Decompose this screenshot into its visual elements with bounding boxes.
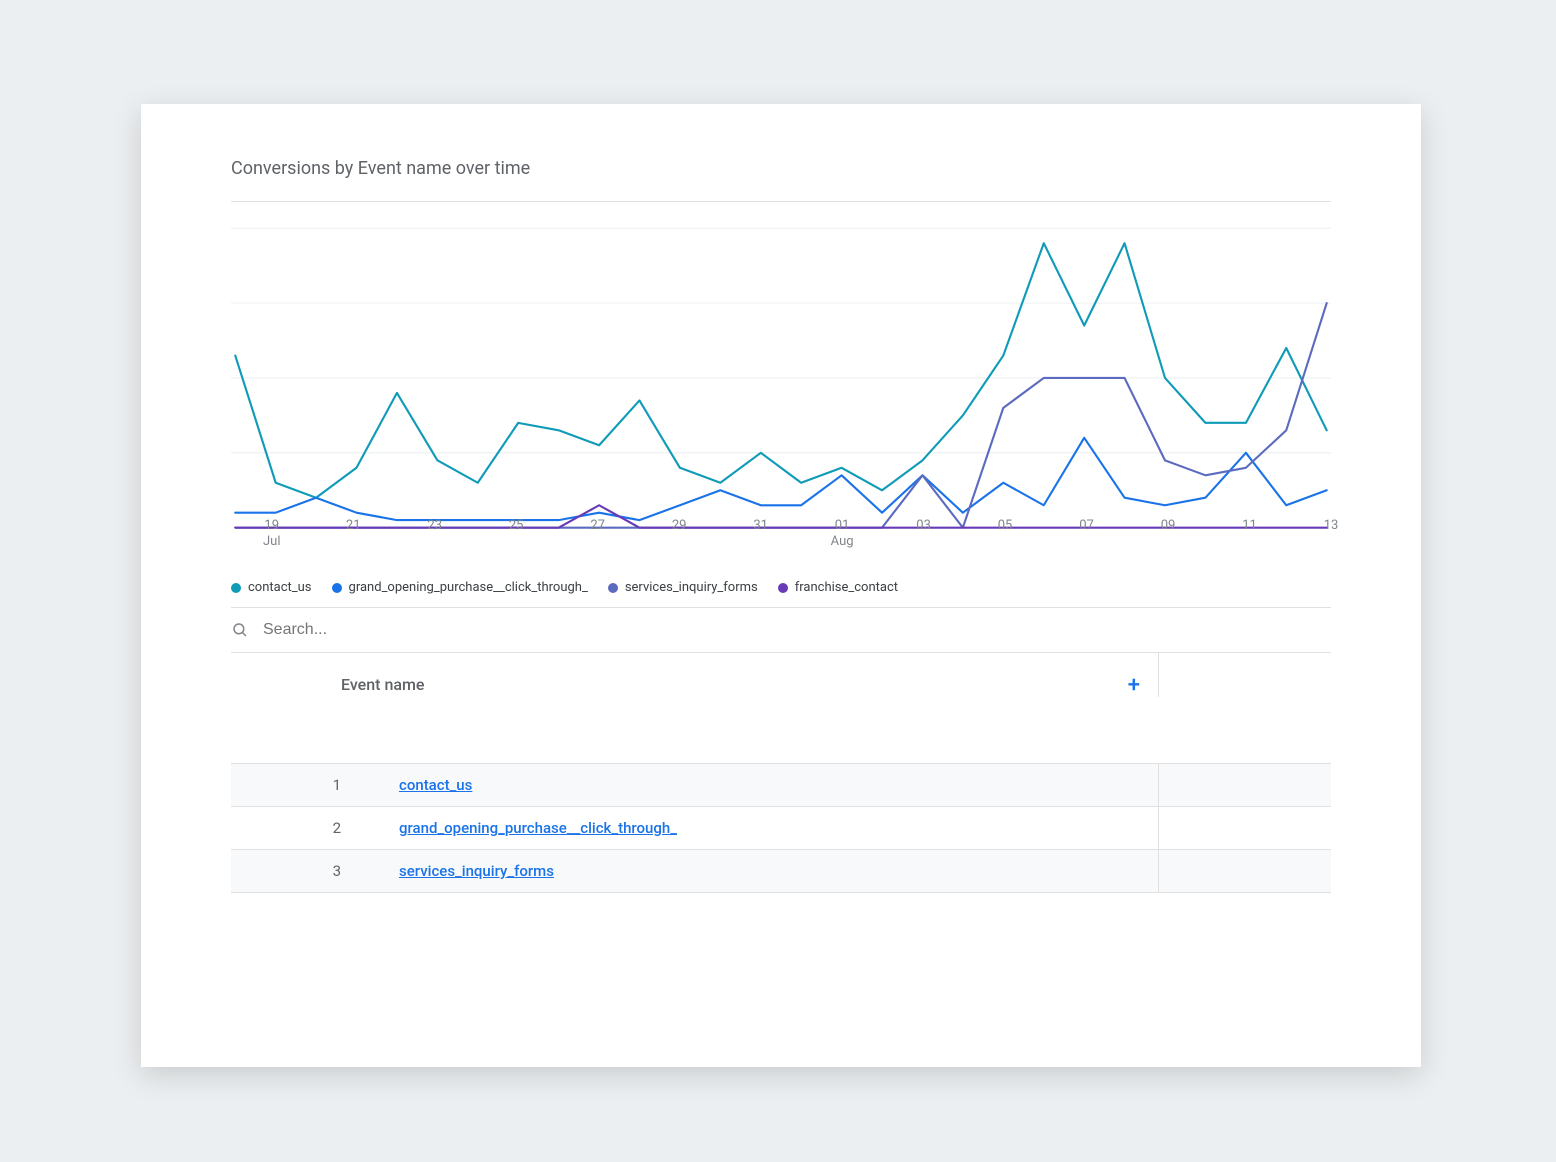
- x-tick: 25: [509, 518, 524, 534]
- chart-title: Conversions by Event name over time: [231, 158, 1331, 179]
- legend-dot-icon: [778, 583, 788, 593]
- x-tick: 03: [916, 518, 931, 534]
- header-event-name: Event name: [341, 675, 425, 694]
- x-tick: 05: [998, 518, 1013, 534]
- x-tick: 11: [1242, 518, 1257, 534]
- x-tick: 21: [346, 518, 361, 534]
- line-chart: [231, 224, 1331, 514]
- x-tick: 01Aug: [831, 518, 854, 549]
- table-header: Event name +: [231, 653, 1331, 764]
- legend-item[interactable]: services_inquiry_forms: [608, 580, 758, 595]
- event-link[interactable]: grand_opening_purchase__click_through_: [399, 819, 677, 837]
- table-row: 3services_inquiry_forms: [231, 850, 1331, 893]
- legend-label: franchise_contact: [795, 580, 898, 595]
- x-tick: 29: [672, 518, 687, 534]
- legend-item[interactable]: contact_us: [231, 580, 312, 595]
- row-index: 3: [231, 850, 399, 892]
- search-icon: [231, 621, 249, 639]
- legend-label: services_inquiry_forms: [625, 580, 758, 595]
- row-index: 2: [231, 807, 399, 849]
- legend-dot-icon: [332, 583, 342, 593]
- x-tick: 23: [427, 518, 442, 534]
- analytics-card: Conversions by Event name over time 19Ju…: [141, 104, 1421, 1067]
- x-tick: 27: [590, 518, 605, 534]
- x-tick: 31: [753, 518, 768, 534]
- add-column-button[interactable]: +: [1128, 675, 1140, 697]
- chart-x-axis: 19Jul21232527293101Aug030507091113: [231, 518, 1331, 562]
- legend-label: grand_opening_purchase__click_through_: [349, 580, 588, 595]
- legend-dot-icon: [231, 583, 241, 593]
- x-tick: 13: [1324, 518, 1339, 534]
- search-row: [231, 608, 1331, 653]
- chart-legend: contact_us grand_opening_purchase__click_…: [231, 580, 1331, 595]
- event-link[interactable]: services_inquiry_forms: [399, 862, 554, 880]
- legend-item[interactable]: franchise_contact: [778, 580, 898, 595]
- x-tick: 19Jul: [263, 518, 281, 549]
- events-table: Event name + 1contact_us2grand_opening_p…: [231, 653, 1331, 893]
- legend-item[interactable]: grand_opening_purchase__click_through_: [332, 580, 588, 595]
- x-tick: 09: [1161, 518, 1176, 534]
- search-input[interactable]: [261, 620, 565, 640]
- x-tick: 07: [1079, 518, 1094, 534]
- legend-dot-icon: [608, 583, 618, 593]
- table-row: 2grand_opening_purchase__click_through_: [231, 807, 1331, 850]
- row-index: 1: [231, 764, 399, 806]
- event-link[interactable]: contact_us: [399, 776, 472, 794]
- table-row: 1contact_us: [231, 764, 1331, 807]
- legend-label: contact_us: [248, 580, 312, 595]
